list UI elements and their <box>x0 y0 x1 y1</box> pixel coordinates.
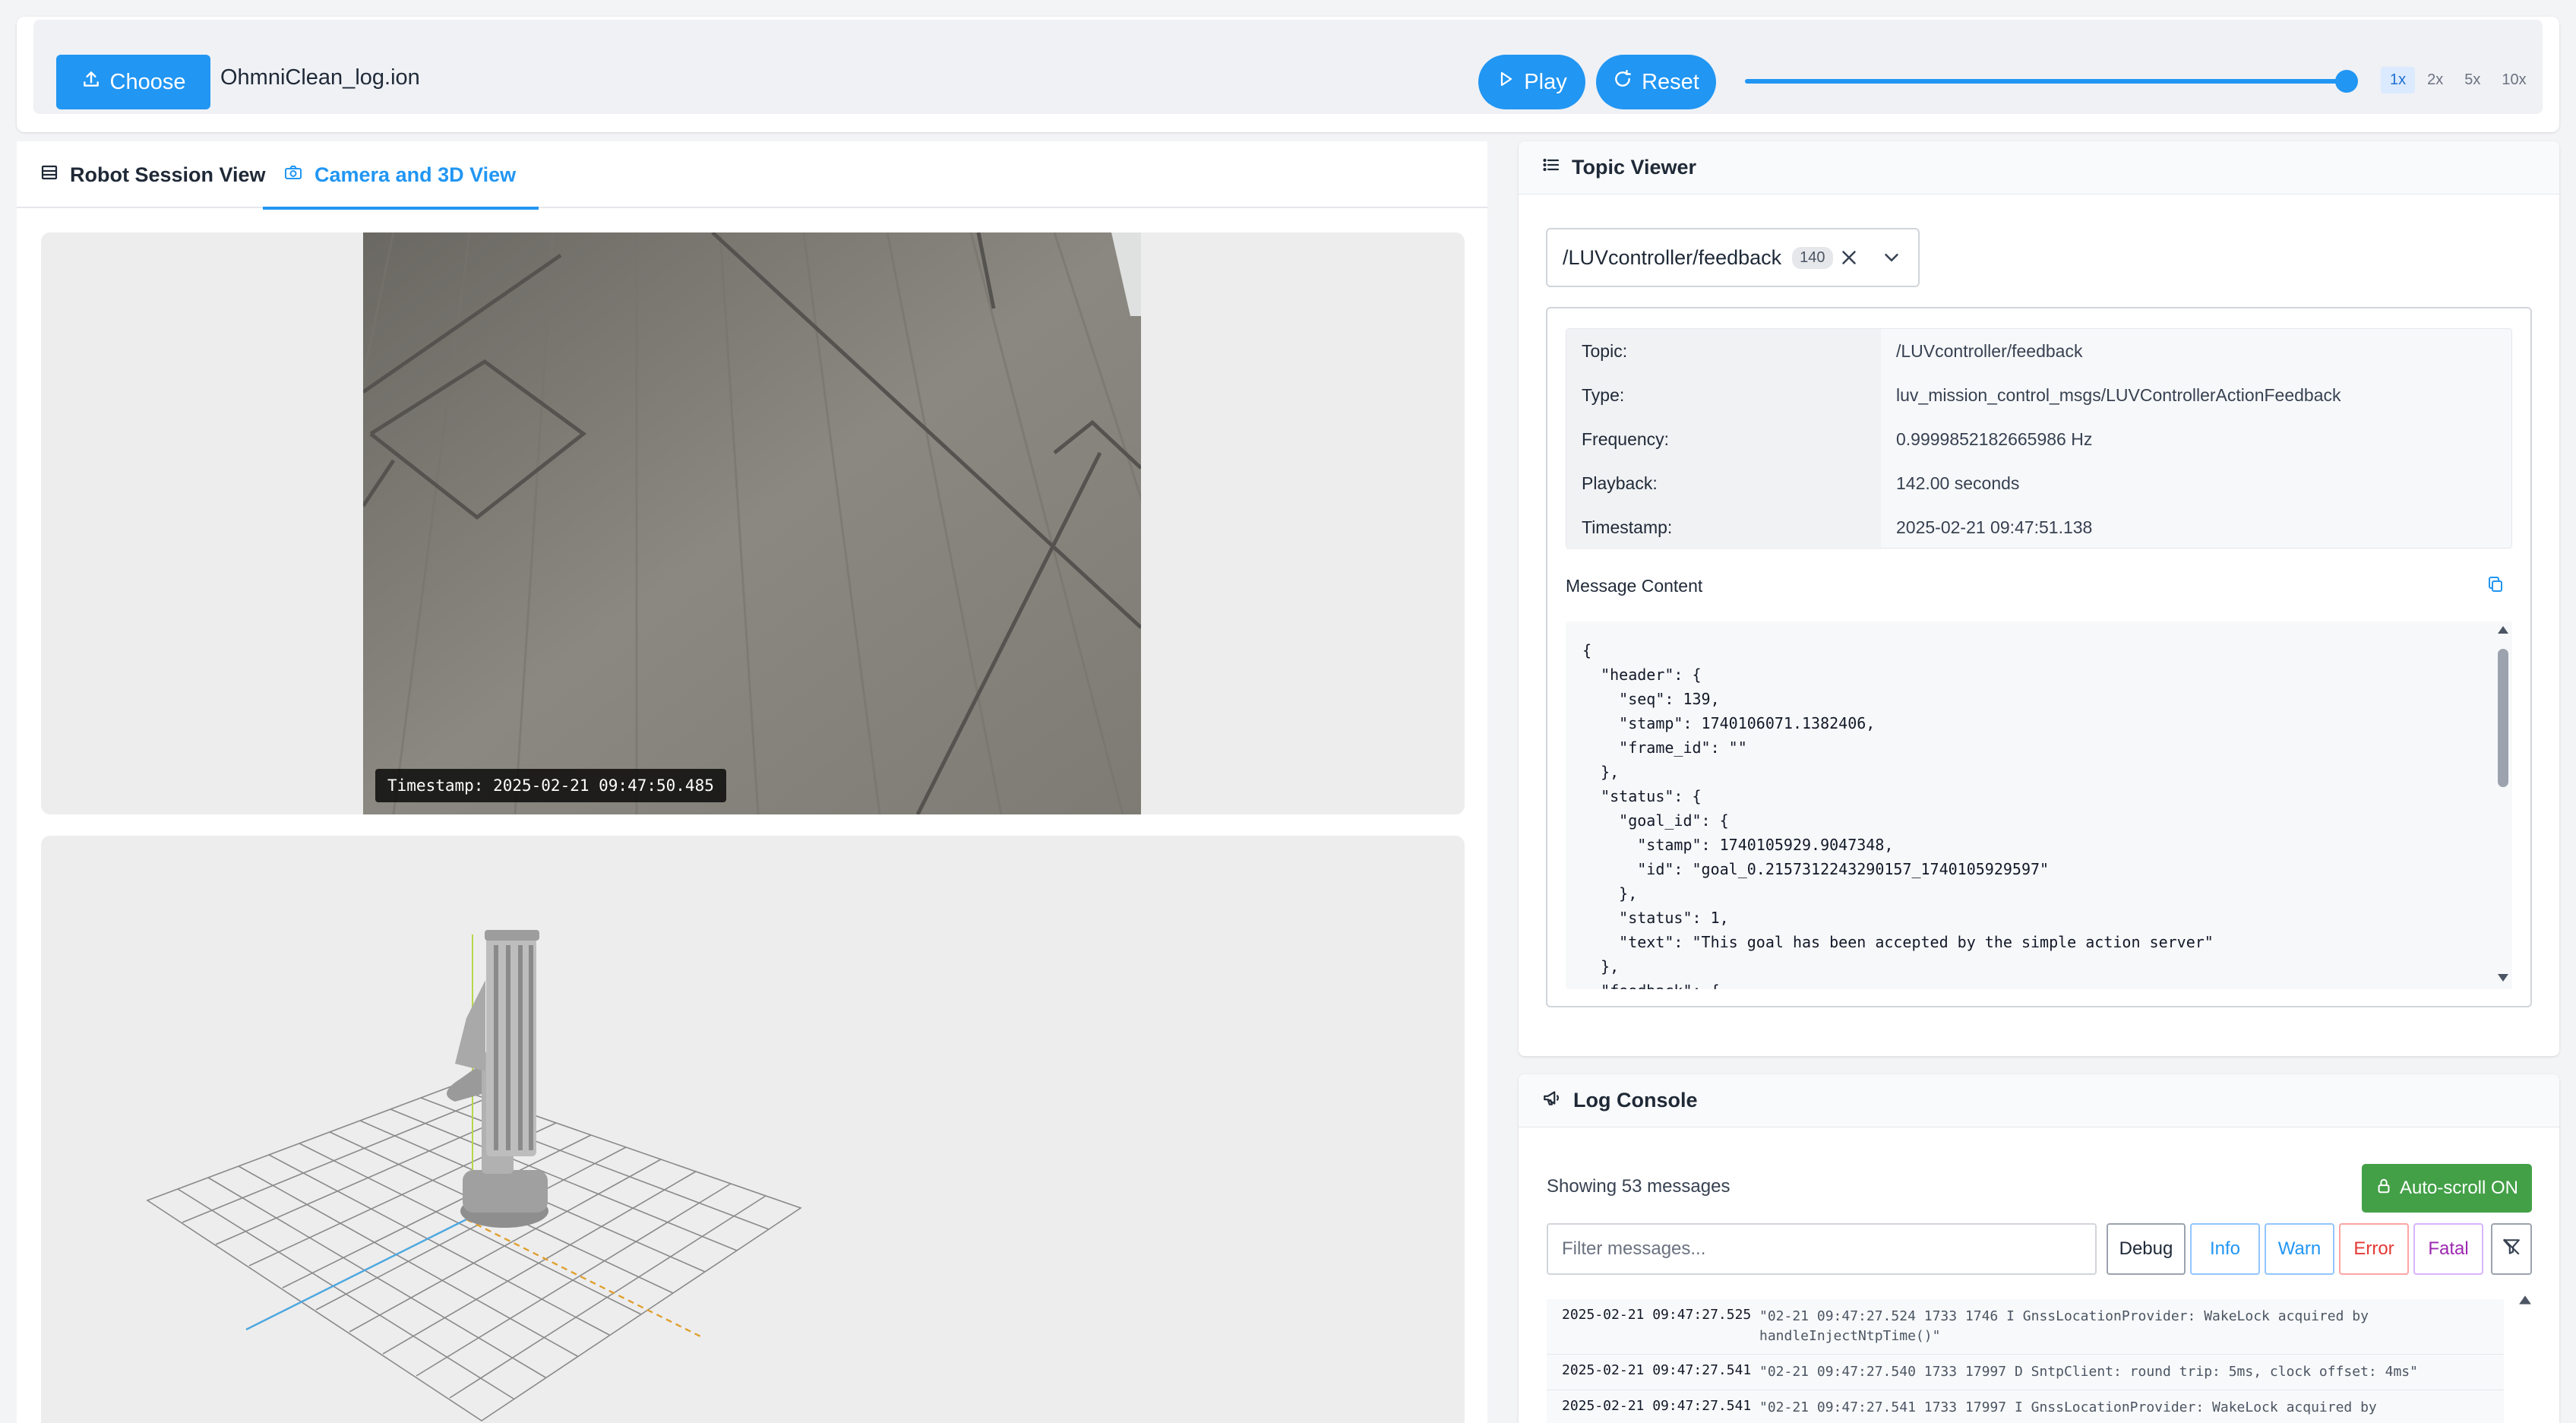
choose-file-button[interactable]: Choose <box>56 55 210 109</box>
topic-info-key: Type: <box>1566 373 1881 417</box>
tab-robot-session[interactable]: Robot Session View <box>40 141 266 208</box>
lock-icon <box>2375 1177 2392 1200</box>
log-entry[interactable]: 2025-02-21 09:47:27.525 "02-21 09:47:27.5… <box>1547 1299 2504 1355</box>
reset-button[interactable]: Reset <box>1596 55 1716 109</box>
topic-info-value: 0.9999852182665986 Hz <box>1896 428 2093 449</box>
topic-info-row: Timestamp: 2025-02-21 09:47:51.138 <box>1566 505 2511 549</box>
level-fatal-button[interactable]: Fatal <box>2413 1223 2483 1275</box>
log-console-panel: Log Console Showing 53 messages Auto-scr… <box>1519 1074 2559 1423</box>
scroll-up-icon[interactable] <box>2497 625 2509 638</box>
topic-info-row: Frequency: 0.9999852182665986 Hz <box>1566 417 2511 461</box>
topic-viewer-header: Topic Viewer <box>1519 141 2559 194</box>
log-scroll-up-icon[interactable] <box>2518 1295 2532 1309</box>
log-entry-message: "02-21 09:47:27.541 1733 17997 I GnssLoc… <box>1759 1399 2377 1415</box>
speed-2x-button[interactable]: 2x <box>2418 67 2452 93</box>
clear-filter-button[interactable] <box>2491 1223 2532 1275</box>
log-entry-message: "02-21 09:47:27.540 1733 17997 D SntpCli… <box>1759 1364 2418 1380</box>
slider-thumb[interactable] <box>2335 70 2358 93</box>
3d-scene <box>146 930 802 1421</box>
log-console-title: Log Console <box>1573 1089 1698 1112</box>
log-entry-time: 2025-02-21 09:47:27.541 <box>1562 1398 1752 1414</box>
autoscroll-label: Auto-scroll ON <box>2399 1178 2519 1198</box>
speed-1x-button[interactable]: 1x <box>2381 67 2416 93</box>
topic-info-row: Playback: 142.00 seconds <box>1566 461 2511 505</box>
file-name: OhmniClean_log.ion <box>220 65 420 90</box>
topic-info-row: Topic: /LUVcontroller/feedback <box>1566 329 2511 373</box>
level-debug-button[interactable]: Debug <box>2107 1223 2186 1275</box>
json-scrollbar[interactable] <box>2492 621 2512 989</box>
y-axis-line <box>245 1218 467 1331</box>
level-error-button[interactable]: Error <box>2339 1223 2409 1275</box>
message-json: { "header": { "seq": 139, "stamp": 17401… <box>1582 641 2214 989</box>
topic-details-card: Topic: /LUVcontroller/feedback Type: luv_mi… <box>1546 307 2532 1007</box>
clear-icon[interactable] <box>1838 246 1860 274</box>
topic-info-key: Timestamp: <box>1566 505 1881 549</box>
level-warn-button[interactable]: Warn <box>2265 1223 2334 1275</box>
view-tabs: Robot Session View Camera and 3D View <box>17 141 1487 210</box>
log-entry[interactable]: 2025-02-21 09:47:27.541 "02-21 09:47:27.5… <box>1547 1355 2504 1390</box>
topic-info-key: Playback: <box>1566 461 1881 505</box>
topic-info-key: Topic: <box>1566 329 1881 373</box>
list-icon <box>40 163 59 187</box>
log-entry-time: 2025-02-21 09:47:27.541 <box>1562 1362 1752 1378</box>
camera-view: Timestamp: 2025-02-21 09:47:50.485 <box>41 232 1465 814</box>
camera-frame: Timestamp: 2025-02-21 09:47:50.485 <box>363 232 1141 814</box>
session-panel: Robot Session View Camera and 3D View Ti… <box>17 141 1487 1423</box>
topic-select[interactable]: /LUVcontroller/feedback 140 <box>1546 228 1920 287</box>
log-console-header: Log Console <box>1519 1074 2559 1127</box>
list-icon <box>1541 156 1561 179</box>
play-button[interactable]: Play <box>1478 55 1585 109</box>
message-content-label: Message Content <box>1566 576 1703 596</box>
copy-icon[interactable] <box>2486 574 2505 598</box>
floor-image <box>363 232 1141 814</box>
topic-info-value: luv_mission_control_msgs/LUVControllerAc… <box>1896 384 2341 405</box>
reset-label: Reset <box>1642 69 1699 94</box>
selected-topic: /LUVcontroller/feedback <box>1563 245 1782 269</box>
level-info-button[interactable]: Info <box>2190 1223 2260 1275</box>
log-count: Showing 53 messages <box>1547 1176 1731 1197</box>
slider-fill <box>1745 79 2347 84</box>
megaphone-icon <box>1541 1088 1563 1113</box>
choose-label: Choose <box>109 69 186 94</box>
topic-info-table: Topic: /LUVcontroller/feedback Type: luv_mi… <box>1566 328 2512 549</box>
message-content-box[interactable]: { "header": { "seq": 139, "stamp": 17401… <box>1566 621 2512 989</box>
log-entry-time: 2025-02-21 09:47:27.525 <box>1562 1307 1752 1323</box>
log-list: 2025-02-21 09:47:27.525 "02-21 09:47:27.5… <box>1547 1299 2504 1423</box>
topic-info-key: Frequency: <box>1566 417 1881 461</box>
autoscroll-button[interactable]: Auto-scroll ON <box>2362 1164 2532 1213</box>
log-filter-input[interactable] <box>1547 1223 2097 1275</box>
log-entry-message: "02-21 09:47:27.524 1733 1746 I GnssLoca… <box>1759 1308 2369 1344</box>
tab-robot-session-label: Robot Session View <box>70 163 266 186</box>
topic-info-value: 2025-02-21 09:47:51.138 <box>1896 517 2093 537</box>
message-count-badge: 140 <box>1792 246 1833 269</box>
chevron-down-icon[interactable] <box>1880 246 1903 274</box>
topic-viewer-panel: Topic Viewer /LUVcontroller/feedback 140… <box>1519 141 2559 1056</box>
log-entry[interactable]: 2025-02-21 09:47:27.541 "02-21 09:47:27.5… <box>1547 1390 2504 1423</box>
play-label: Play <box>1524 69 1567 94</box>
reset-icon <box>1613 69 1633 95</box>
ground-grid <box>146 1086 802 1421</box>
play-icon <box>1497 69 1515 95</box>
topic-info-row: Type: luv_mission_control_msgs/LUVControl… <box>1566 373 2511 417</box>
3d-viewer[interactable] <box>41 836 1465 1423</box>
robot-model <box>447 930 548 1228</box>
camera-timestamp: Timestamp: 2025-02-21 09:47:50.485 <box>375 769 726 802</box>
tab-camera-3d[interactable]: Camera and 3D View <box>262 141 539 210</box>
json-scroll-thumb[interactable] <box>2498 649 2508 787</box>
speed-10x-button[interactable]: 10x <box>2492 67 2535 93</box>
upload-icon <box>81 69 101 95</box>
tab-camera-3d-label: Camera and 3D View <box>314 163 517 186</box>
filter-clear-icon <box>2502 1237 2521 1262</box>
topic-info-value: 142.00 seconds <box>1896 473 2020 493</box>
speed-5x-button[interactable]: 5x <box>2455 67 2489 93</box>
playback-slider[interactable] <box>1745 70 2358 93</box>
scroll-down-icon[interactable] <box>2497 972 2509 986</box>
playback-toolbar: Choose OhmniClean_log.ion Play Reset 1x 2… <box>17 17 2559 132</box>
topic-viewer-title: Topic Viewer <box>1572 156 1697 179</box>
topic-info-value: /LUVcontroller/feedback <box>1896 340 2083 361</box>
camera-icon <box>283 163 304 187</box>
speed-selector: 1x 2x 5x 10x <box>2381 67 2536 93</box>
